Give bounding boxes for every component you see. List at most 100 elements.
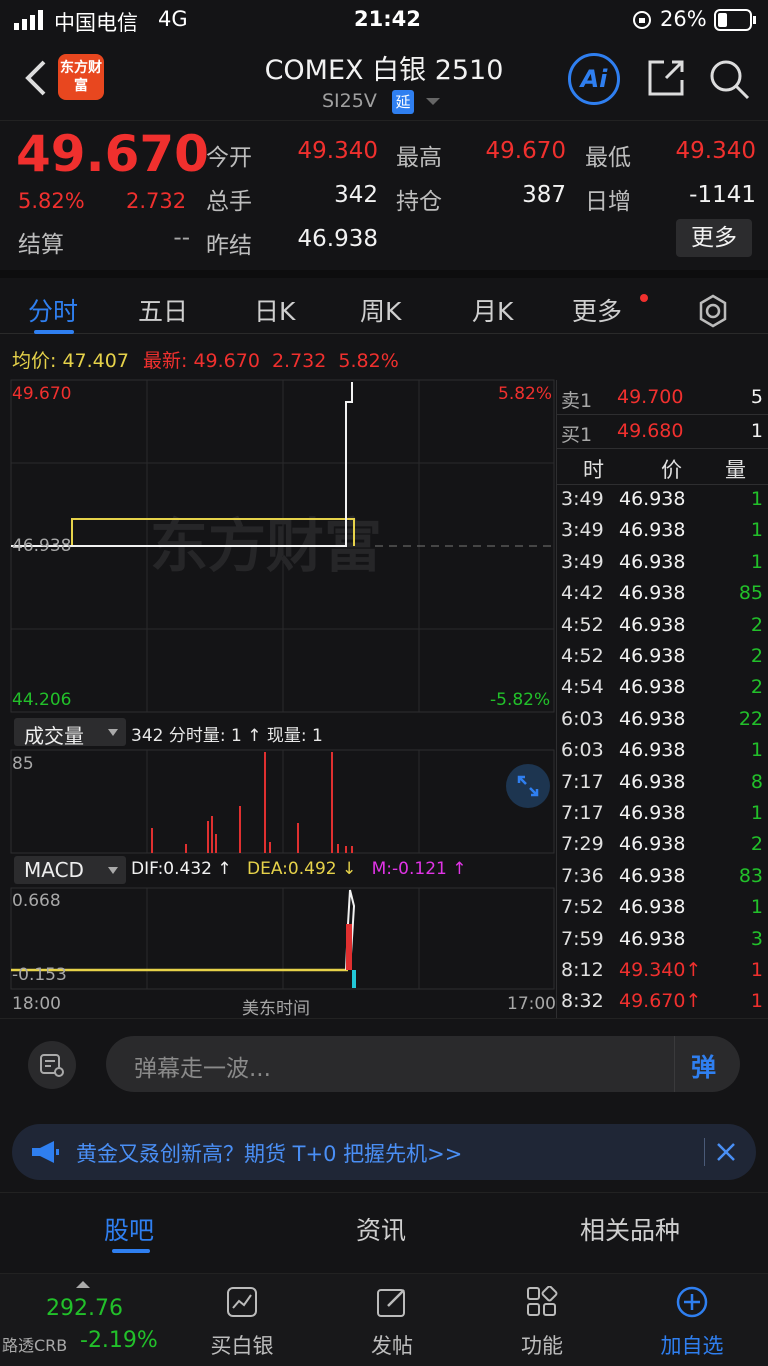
trade-price: 46.938 xyxy=(619,488,686,510)
prev-settle-label: 昨结 xyxy=(206,233,252,259)
tab-news[interactable]: 资讯 xyxy=(356,1211,406,1247)
trade-price: 46.938 xyxy=(619,550,686,573)
y-axis-top-label: 49.670 xyxy=(12,384,72,404)
bid-qty: 1 xyxy=(750,420,763,442)
settings-gear-icon[interactable] xyxy=(696,294,730,328)
danmu-input[interactable]: 弹幕走一波... 弹 xyxy=(106,1036,740,1092)
promo-text: 黄金又叒创新高？期货 T+0 把握先机>> xyxy=(76,1142,463,1166)
index-ticker[interactable]: 292.76 路透CRB -2.19% xyxy=(0,1274,170,1366)
danmu-settings-button[interactable] xyxy=(28,1041,76,1089)
expand-chart-button[interactable] xyxy=(506,764,550,808)
trade-list[interactable]: 3:49 46.938 1 3:49 46.938 1 3:49 46.938 1 4:42 46.… xyxy=(557,484,768,1018)
daily-change-label: 日增 xyxy=(585,189,631,215)
intraday-chart-svg[interactable]: 东方财富 xyxy=(0,334,556,1018)
back-icon[interactable] xyxy=(22,58,50,98)
macd-bottom-label: -0.153 xyxy=(12,965,67,985)
trade-time: 8:12 xyxy=(561,959,604,981)
nav-functions[interactable]: 功能 xyxy=(482,1274,602,1366)
close-icon[interactable] xyxy=(716,1142,736,1162)
grid-apps-icon xyxy=(527,1286,558,1316)
more-button[interactable]: 更多 xyxy=(676,219,752,257)
header: 东方财富 COMEX 白银 2510 SI25V 延 Ai xyxy=(0,40,768,120)
trade-time: 3:49 xyxy=(561,488,604,510)
trade-row: 8:32 49.670↑ 1 xyxy=(557,986,768,1017)
ask-label: 卖1 xyxy=(561,390,593,412)
low-label: 最低 xyxy=(585,145,631,171)
trade-time: 4:52 xyxy=(561,645,604,667)
edit-icon xyxy=(377,1289,405,1317)
dif-value: DIF:0.432 ↑ xyxy=(131,859,232,879)
high-label: 最高 xyxy=(396,145,442,171)
trade-row: 7:36 46.938 83 xyxy=(557,861,768,892)
x-axis-start-label: 18:00 xyxy=(12,994,61,1014)
trade-row: 7:17 46.938 8 xyxy=(557,767,768,798)
trade-time: 7:17 xyxy=(561,770,604,793)
trade-time: 8:32 xyxy=(561,990,604,1013)
macd-histogram-bar xyxy=(352,970,356,988)
nav-add-watchlist[interactable]: 加自选 xyxy=(632,1274,752,1366)
tab-forum[interactable]: 股吧 xyxy=(104,1211,154,1247)
chevron-down-icon xyxy=(108,729,118,736)
trade-time: 7:52 xyxy=(561,896,604,919)
ai-button[interactable]: Ai xyxy=(568,53,620,105)
tab-monthly-k[interactable]: 月K xyxy=(472,292,513,328)
tab-five-day[interactable]: 五日 xyxy=(138,292,188,328)
promo-banner[interactable]: 黄金又叒创新高？期货 T+0 把握先机>> xyxy=(12,1124,756,1180)
trade-qty: 1 xyxy=(750,959,763,981)
macd-indicator-selector[interactable]: MACD xyxy=(14,856,126,884)
macd-top-label: 0.668 xyxy=(12,891,61,911)
pct-axis-bottom-label: -5.82% xyxy=(490,690,551,710)
nav-post[interactable]: 发帖 xyxy=(332,1274,452,1366)
tab-more[interactable]: 更多 xyxy=(572,292,622,328)
delay-badge: 延 xyxy=(392,90,414,114)
trade-qty: 85 xyxy=(738,582,763,605)
tab-intraday[interactable]: 分时 xyxy=(28,292,78,328)
volume-max-label: 85 xyxy=(12,754,34,774)
trade-time: 4:54 xyxy=(561,676,604,699)
expand-icon xyxy=(517,775,539,797)
settle-label: 结算 xyxy=(18,232,64,258)
add-circle-icon xyxy=(676,1286,708,1318)
trade-price: 46.938 xyxy=(619,676,686,699)
open-interest-label: 持仓 xyxy=(396,189,442,215)
trade-qty: 1 xyxy=(750,896,763,919)
trade-price: 46.938 xyxy=(619,770,686,793)
trade-qty: 1 xyxy=(750,990,763,1013)
chart-tabs: 分时 五日 日K 周K 月K 更多 xyxy=(0,270,768,334)
share-icon[interactable] xyxy=(646,58,686,98)
trade-qty: 2 xyxy=(750,833,763,856)
chart-area: 均价: 47.407 最新: 49.670 2.732 5.82% 东方财富 4… xyxy=(0,334,768,1019)
trade-qty: 22 xyxy=(738,707,763,730)
tab-weekly-k[interactable]: 周K xyxy=(360,292,401,328)
volume-indicator-selector[interactable]: 成交量 xyxy=(14,718,126,748)
instrument-code: SI25V xyxy=(322,90,377,112)
page-title: COMEX 白银 2510 xyxy=(264,55,504,86)
trade-price: 49.670↑ xyxy=(619,990,702,1013)
danmu-send-button[interactable]: 弹 xyxy=(674,1036,741,1092)
quote-panel: 49.670 5.82% 2.732 结算 -- 今开 49.340 最高 49… xyxy=(0,120,768,271)
danmu-button-label: 弹 xyxy=(691,1053,717,1082)
battery-percent: 26% xyxy=(660,7,707,31)
divider xyxy=(704,1138,705,1166)
open-label: 今开 xyxy=(206,145,252,171)
nav-label: 功能 xyxy=(521,1334,563,1358)
trade-row: 7:59 46.938 3 xyxy=(557,924,768,955)
rotation-lock-icon xyxy=(633,11,651,29)
pct-axis-top-label: 5.82% xyxy=(498,384,553,404)
chevron-up-icon xyxy=(76,1281,90,1288)
trade-price: 46.938 xyxy=(619,833,686,856)
change-amount: 2.732 xyxy=(126,189,187,213)
trade-qty: 83 xyxy=(738,864,763,887)
tab-daily-k[interactable]: 日K xyxy=(254,292,295,328)
x-axis-end-label: 17:00 xyxy=(507,994,556,1014)
settle-value: -- xyxy=(173,225,190,251)
trade-row: 7:29 46.938 2 xyxy=(557,829,768,860)
trade-price: 46.938 xyxy=(619,802,686,824)
nav-buy-silver[interactable]: 买白银 xyxy=(182,1274,302,1366)
trade-row: 7:17 46.938 1 xyxy=(557,798,768,829)
m-value: M:-0.121 ↑ xyxy=(371,859,467,879)
tab-related[interactable]: 相关品种 xyxy=(580,1211,680,1247)
chevron-down-icon[interactable] xyxy=(426,96,440,106)
open-value: 49.340 xyxy=(297,138,378,164)
search-icon[interactable] xyxy=(708,58,750,100)
